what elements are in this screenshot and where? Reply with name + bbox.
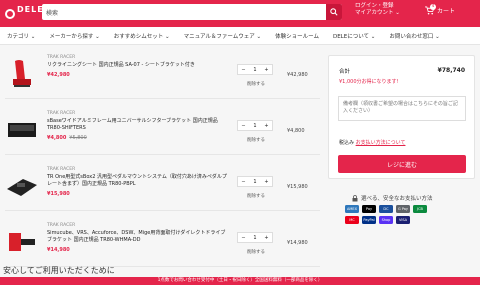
header: DELE 検索 ログイン・登録 マイアカウント ⌄ カート 4: [0, 0, 480, 27]
decrement-button[interactable]: −: [238, 65, 249, 74]
secure-payment-note: 選べる、安全なお支払い方法: [352, 194, 433, 202]
cart-item: TRAK RACER TR One用型式sBox2 汎用型ペダルマウントシステム（…: [5, 167, 320, 211]
logo-text: DELE: [17, 4, 44, 14]
line-price: ¥14,980: [287, 240, 308, 246]
payment-methods-link[interactable]: お支払い方法について: [356, 140, 406, 146]
line-price: ¥4,800: [287, 128, 305, 134]
payment-card-icon: DC: [379, 205, 393, 213]
line-price: ¥15,980: [287, 184, 308, 190]
payment-card-icon: AMEX: [345, 205, 359, 213]
increment-button[interactable]: +: [261, 121, 272, 130]
delete-link[interactable]: 削除する: [247, 81, 265, 87]
cart-count-badge: 4: [430, 4, 436, 10]
product-thumbnail[interactable]: [5, 169, 39, 203]
increment-button[interactable]: +: [261, 233, 272, 242]
dele-logo[interactable]: DELE: [5, 5, 43, 22]
decrement-button[interactable]: −: [238, 121, 249, 130]
cart-items: TRAK RACER リクライニングシート 国内正規品 SA-07 - シートブラ…: [5, 55, 320, 279]
payment-card-icon: G Pay: [396, 205, 410, 213]
payment-card-icon: Pay: [362, 205, 376, 213]
product-brand: TRAK RACER: [47, 223, 76, 228]
product-name[interactable]: sBaseワイドアルミフレーム用ユニバーサルシフターブラケット 国内正規品 TR…: [47, 118, 227, 132]
quantity-value[interactable]: 1: [249, 177, 261, 186]
delete-link[interactable]: 削除する: [247, 193, 265, 199]
checkout-button[interactable]: レジに進む: [338, 155, 466, 173]
order-summary: 合計 ¥78,740 ¥1,000分お得になります! 備考欄（領収書ご希望の場合…: [328, 55, 475, 179]
tax-included-label: 税込み: [339, 140, 355, 146]
payment-card-icon: Shop: [379, 216, 393, 224]
payment-card-icon: PayPal: [362, 216, 376, 224]
account-menu[interactable]: ログイン・登録 マイアカウント ⌄: [355, 3, 400, 17]
product-name[interactable]: TR One用型式sBox2 汎用型ペダルマウントシステム（取付穴あけ済みペダル…: [47, 174, 227, 188]
main-nav: カテゴリ ⌄ メーカーから探す ⌄ おすすめシムセット ⌄ マニュアル＆ファームウェア…: [0, 27, 480, 45]
search-button[interactable]: [326, 4, 342, 20]
safety-banner-title: 安心してご利用いただくために: [3, 266, 115, 275]
quantity-value[interactable]: 1: [249, 65, 261, 74]
product-brand: TRAK RACER: [47, 167, 76, 172]
product-name[interactable]: リクライニングシート 国内正規品 SA-07 - シートブラケット付き: [47, 62, 227, 69]
product-price: ¥42,980: [47, 72, 227, 78]
sale-price: ¥4,800: [47, 135, 67, 141]
original-price: ¥5,800: [69, 135, 87, 141]
secure-payment-text: 選べる、安全なお支払い方法: [361, 196, 433, 202]
product-name[interactable]: Simucube、VRS、Accuforce、DSW、Mige用背面取付けダイレ…: [47, 230, 227, 244]
nav-item[interactable]: おすすめシムセット ⌄: [107, 32, 177, 40]
product-thumbnail[interactable]: [5, 225, 39, 259]
sale-price: ¥42,980: [47, 72, 70, 78]
cart-item: TRAK RACER Simucube、VRS、Accuforce、DSW、Mig…: [5, 223, 320, 267]
cart-item: TRAK RACER リクライニングシート 国内正規品 SA-07 - シートブラ…: [5, 55, 320, 99]
total-value: ¥78,740: [437, 67, 465, 74]
product-price: ¥14,980: [47, 247, 227, 253]
footer-bar: 1点数でお問い合わせ受付中（土日・祝日除く）全国送料無料（一部商品を除く）: [0, 277, 480, 285]
increment-button[interactable]: +: [261, 177, 272, 186]
nav-item[interactable]: DELEについて ⌄: [326, 32, 382, 40]
product-price: ¥15,980: [47, 191, 227, 197]
cart-label: カート: [437, 8, 456, 15]
payment-card-icon: JCB: [413, 205, 427, 213]
product-price: ¥4,800 ¥5,800: [47, 135, 227, 141]
payment-card-icon: VISA: [396, 216, 410, 224]
decrement-button[interactable]: −: [238, 233, 249, 242]
quantity-stepper: −1 +: [237, 120, 273, 131]
quantity-stepper: −1 +: [237, 176, 273, 187]
payment-info: 税込み お支払い方法について: [339, 139, 405, 146]
nav-item[interactable]: メーカーから探す ⌄: [42, 32, 106, 40]
order-note-textarea[interactable]: 備考欄（領収書ご希望の場合はこちらにその旨ご記入ください）: [338, 96, 466, 121]
lock-icon: [352, 194, 358, 201]
search-bar: 検索: [42, 4, 342, 20]
product-info: TRAK RACER sBaseワイドアルミフレーム用ユニバーサルシフターブラケッ…: [47, 111, 227, 141]
quantity-stepper: −1 +: [237, 64, 273, 75]
sale-price: ¥14,980: [47, 247, 70, 253]
search-input[interactable]: 検索: [42, 8, 326, 17]
product-thumbnail[interactable]: [5, 113, 39, 147]
logo-ring-icon: [5, 8, 15, 19]
product-brand: TRAK RACER: [47, 111, 76, 116]
total-label: 合計: [339, 69, 351, 75]
quantity-value[interactable]: 1: [249, 121, 261, 130]
product-info: TRAK RACER リクライニングシート 国内正規品 SA-07 - シートブラ…: [47, 55, 227, 78]
increment-button[interactable]: +: [261, 65, 272, 74]
cart-item: TRAK RACER sBaseワイドアルミフレーム用ユニバーサルシフターブラケッ…: [5, 111, 320, 155]
sale-price: ¥15,980: [47, 191, 70, 197]
payment-card-icon: MC: [345, 216, 359, 224]
product-info: TRAK RACER TR One用型式sBox2 汎用型ペダルマウントシステム（…: [47, 167, 227, 197]
discount-message: ¥1,000分お得になります!: [339, 79, 399, 85]
product-thumbnail[interactable]: [5, 57, 39, 91]
product-brand: TRAK RACER: [47, 55, 76, 60]
product-info: TRAK RACER Simucube、VRS、Accuforce、DSW、Mig…: [47, 223, 227, 253]
quantity-value[interactable]: 1: [249, 233, 261, 242]
nav-item[interactable]: マニュアル＆ファームウェア ⌄: [177, 32, 269, 40]
nav-item[interactable]: カテゴリ ⌄: [0, 32, 42, 40]
login-register-link[interactable]: ログイン・登録: [355, 3, 400, 10]
quantity-stepper: −1 +: [237, 232, 273, 243]
nav-item[interactable]: お問い合わせ窓口 ⌄: [382, 32, 446, 40]
search-icon: [330, 8, 338, 16]
payment-card-icons: AMEX Pay DC G Pay JCB MC PayPal Shop VISA: [345, 205, 440, 224]
delete-link[interactable]: 削除する: [247, 249, 265, 255]
decrement-button[interactable]: −: [238, 177, 249, 186]
line-price: ¥42,980: [287, 72, 308, 78]
nav-item[interactable]: 体験ショールーム: [268, 32, 326, 40]
my-account-dropdown[interactable]: マイアカウント ⌄: [355, 10, 400, 17]
delete-link[interactable]: 削除する: [247, 137, 265, 143]
